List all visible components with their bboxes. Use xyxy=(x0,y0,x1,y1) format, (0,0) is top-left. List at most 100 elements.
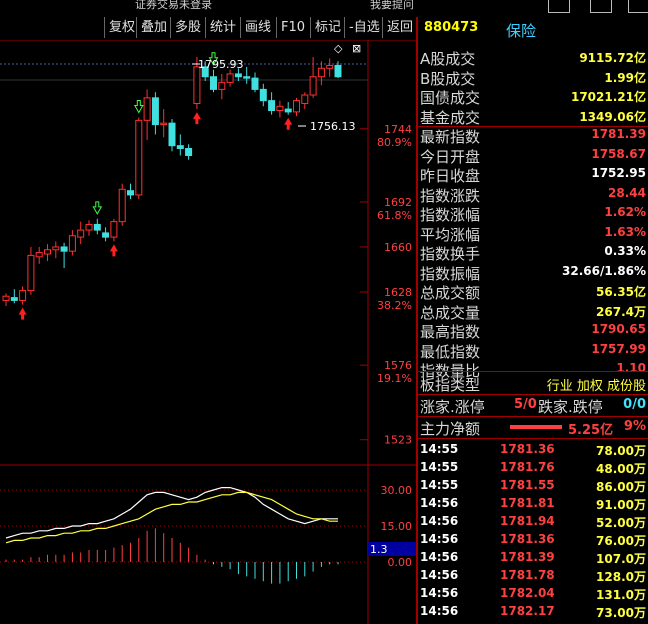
stat-row: 指数换手 0.33% xyxy=(418,243,648,263)
candle-body xyxy=(268,100,276,111)
down-value: 0/0 xyxy=(623,397,646,412)
tick-row: 14:56 1781.94 52.00万 xyxy=(418,514,648,532)
candle-body xyxy=(2,295,10,301)
tick-time: 14:55 xyxy=(420,478,459,492)
stat-value: 1.99亿 xyxy=(604,70,646,85)
stat-value: 32.66/1.86% xyxy=(562,263,646,278)
maximize-icon[interactable] xyxy=(590,0,612,13)
candle-body xyxy=(334,64,342,78)
sell-arrow-icon xyxy=(133,100,144,114)
kline-chart[interactable]: ◇ ⊠ 174480.9%169261.8%1660162838.2%15761… xyxy=(0,40,416,624)
tick-row: 14:56 1781.78 128.0万 xyxy=(418,568,648,586)
tick-time: 14:56 xyxy=(420,550,459,564)
stat-value: 1.10 xyxy=(616,361,646,375)
tick-row: 14:56 1782.04 131.0万 xyxy=(418,586,648,604)
candle-body xyxy=(234,73,242,78)
toolbar-mark[interactable]: 标记 xyxy=(310,17,345,38)
macd-axis-label: 15.00 xyxy=(381,520,413,533)
down-label: 跌家.跌停 xyxy=(538,398,603,416)
candle-body xyxy=(317,67,325,78)
price-axis-label: 1628 xyxy=(384,286,412,299)
stat-value: 0.33% xyxy=(604,244,646,258)
sell-arrow-icon xyxy=(92,201,103,215)
candle-body xyxy=(44,249,51,255)
tick-price: 1781.76 xyxy=(500,460,555,474)
index-code: 880473 xyxy=(424,20,479,35)
toolbar-statistics[interactable]: 统计 xyxy=(205,17,240,38)
candle-body xyxy=(193,66,201,104)
tick-time: 14:56 xyxy=(420,586,459,600)
candle-body xyxy=(326,64,334,69)
toolbar-multi-stock[interactable]: 多股 xyxy=(170,17,205,38)
tick-row: 14:55 1781.55 86.00万 xyxy=(418,478,648,496)
tick-volume: 86.00万 xyxy=(596,480,646,494)
tick-price: 1781.55 xyxy=(500,478,555,492)
stat-row: 指数涨幅 1.62% xyxy=(418,204,648,224)
title-bar: 证券交易未登录 我要提问 xyxy=(0,0,648,16)
stat-value: 9115.72亿 xyxy=(579,51,646,65)
tick-volume: 128.0万 xyxy=(596,570,646,584)
toolbar-f10[interactable]: F10 xyxy=(276,17,309,38)
index-name: 保险 xyxy=(506,22,537,40)
stat-row: A股成交 9115.72亿 xyxy=(418,48,648,68)
stat-row: 最高指数 1790.65 xyxy=(418,321,648,341)
stat-label: 最高指数 xyxy=(420,323,481,341)
stat-label: 指数涨幅 xyxy=(420,206,481,224)
tick-volume: 107.0万 xyxy=(596,552,646,566)
tick-volume: 52.00万 xyxy=(596,516,646,530)
stat-label: 国债成交 xyxy=(420,89,481,107)
stat-value: 1758.67 xyxy=(591,146,646,161)
high-label: 1795.93 xyxy=(198,58,244,71)
macd-dif-line xyxy=(5,487,338,539)
fib-pct-label: 61.8% xyxy=(377,209,412,222)
candle-body xyxy=(143,97,151,121)
tick-price: 1781.81 xyxy=(500,496,555,510)
stat-row: 平均涨幅 1.63% xyxy=(418,224,648,244)
tick-row: 14:56 1781.39 107.0万 xyxy=(418,550,648,568)
candle-body xyxy=(251,77,259,90)
stat-value: 1757.99 xyxy=(591,341,646,356)
stat-row: 最低指数 1757.99 xyxy=(418,341,648,361)
stat-label: 昨日收盘 xyxy=(420,167,481,185)
stat-label: B股成交 xyxy=(420,69,476,88)
candle-body xyxy=(102,232,110,238)
toolbar-back[interactable]: 返回 xyxy=(382,17,418,38)
stat-label: 今日开盘 xyxy=(420,147,481,166)
ask-question-link[interactable]: 我要提问 xyxy=(370,0,414,12)
stat-row: 指数涨跌 28.44 xyxy=(418,185,648,205)
stat-label: 指数振幅 xyxy=(420,264,481,283)
tick-time: 14:56 xyxy=(420,568,459,582)
candle-body xyxy=(19,290,27,301)
candle-body xyxy=(168,122,176,147)
tick-volume: 48.00万 xyxy=(596,462,646,476)
toolbar-watchlist[interactable]: -自选 xyxy=(344,17,384,38)
toolbar-overlay[interactable]: 叠加 xyxy=(136,17,171,38)
price-axis-label: 1660 xyxy=(384,241,412,254)
stat-label: 总成交量 xyxy=(420,303,481,322)
login-status: 证券交易未登录 xyxy=(135,0,212,11)
candle-body xyxy=(135,119,143,196)
minimize-icon[interactable] xyxy=(548,0,570,13)
toolbar-draw-line[interactable]: 画线 xyxy=(240,17,275,38)
tick-row: 14:56 1781.36 76.00万 xyxy=(418,532,648,550)
stat-value: 56.35亿 xyxy=(596,285,646,299)
buy-arrow-icon xyxy=(109,244,118,257)
tick-row: 14:55 1781.76 48.00万 xyxy=(418,460,648,478)
stat-label: 平均涨幅 xyxy=(420,225,481,244)
stat-value: 1349.06亿 xyxy=(579,109,646,124)
candle-body xyxy=(60,246,68,252)
candle-body xyxy=(176,145,184,149)
main-flow-bar xyxy=(510,425,562,429)
candle-body xyxy=(110,221,118,238)
candle-body xyxy=(52,246,60,251)
close-icon[interactable] xyxy=(628,0,648,13)
candle-body xyxy=(210,76,217,90)
toolbar-restore-rights[interactable]: 复权 xyxy=(104,17,139,38)
price-axis-label: 1523 xyxy=(384,434,412,447)
stat-row: 总成交额 56.35亿 xyxy=(418,282,648,302)
stat-value: 1.62% xyxy=(604,205,646,219)
stat-label: 最新指数 xyxy=(420,128,481,146)
candle-body xyxy=(85,223,93,231)
candle-body xyxy=(118,188,126,223)
price-axis-label: 1744 xyxy=(384,123,412,136)
